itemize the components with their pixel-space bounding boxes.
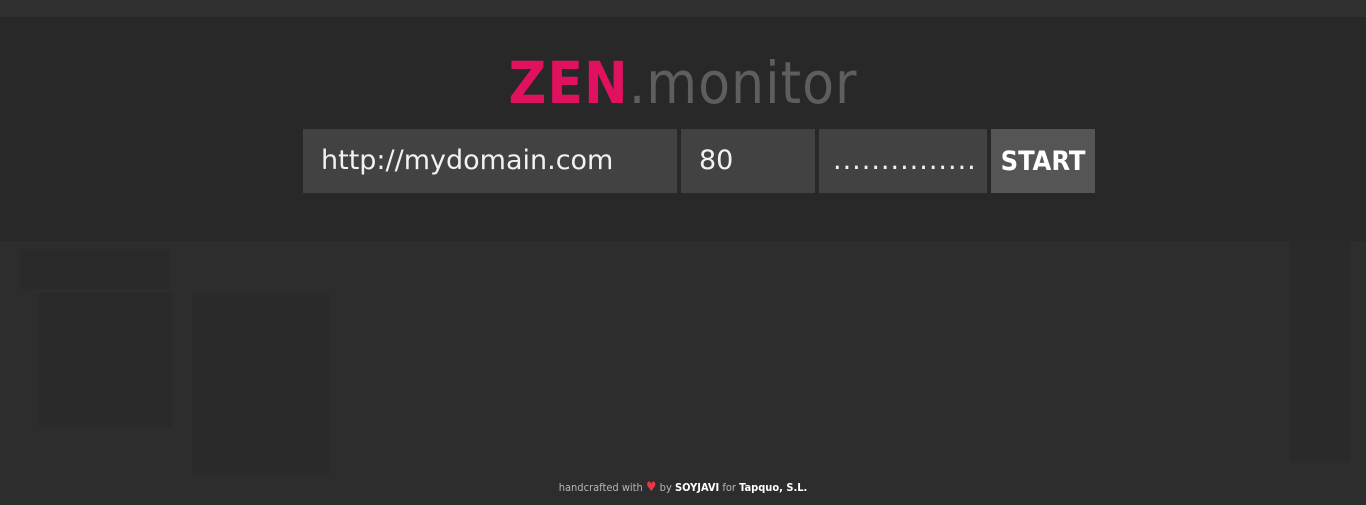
header-panel: ZEN.monitor START <box>0 17 1366 241</box>
footer-prefix: handcrafted with <box>558 481 643 494</box>
footer-company-link[interactable]: Tapquo, S.L. <box>739 481 807 494</box>
grid-tile <box>1290 241 1350 461</box>
start-button[interactable]: START <box>991 129 1095 193</box>
app-window: ZEN.monitor START handcrafted with ♥ by … <box>0 0 1366 505</box>
url-input[interactable] <box>303 129 677 193</box>
port-input[interactable] <box>681 129 815 193</box>
grid-tile <box>38 293 172 427</box>
grid-tile <box>192 293 330 473</box>
monitor-grid <box>0 241 1366 473</box>
heart-icon: ♥ <box>646 480 657 495</box>
footer-credits: handcrafted with ♥ by SOYJAVI for Tapquo… <box>0 480 1366 495</box>
footer-for: for <box>722 481 736 494</box>
top-strip <box>0 0 1366 17</box>
logo-product: monitor <box>646 49 858 117</box>
logo-separator: . <box>628 49 647 117</box>
app-logo: ZEN.monitor <box>0 47 1366 119</box>
footer-by: by <box>659 481 672 494</box>
password-input[interactable] <box>819 129 987 193</box>
footer-author-link[interactable]: SOYJAVI <box>675 481 719 494</box>
grid-tile <box>20 249 170 289</box>
logo-brand: ZEN <box>508 49 629 117</box>
